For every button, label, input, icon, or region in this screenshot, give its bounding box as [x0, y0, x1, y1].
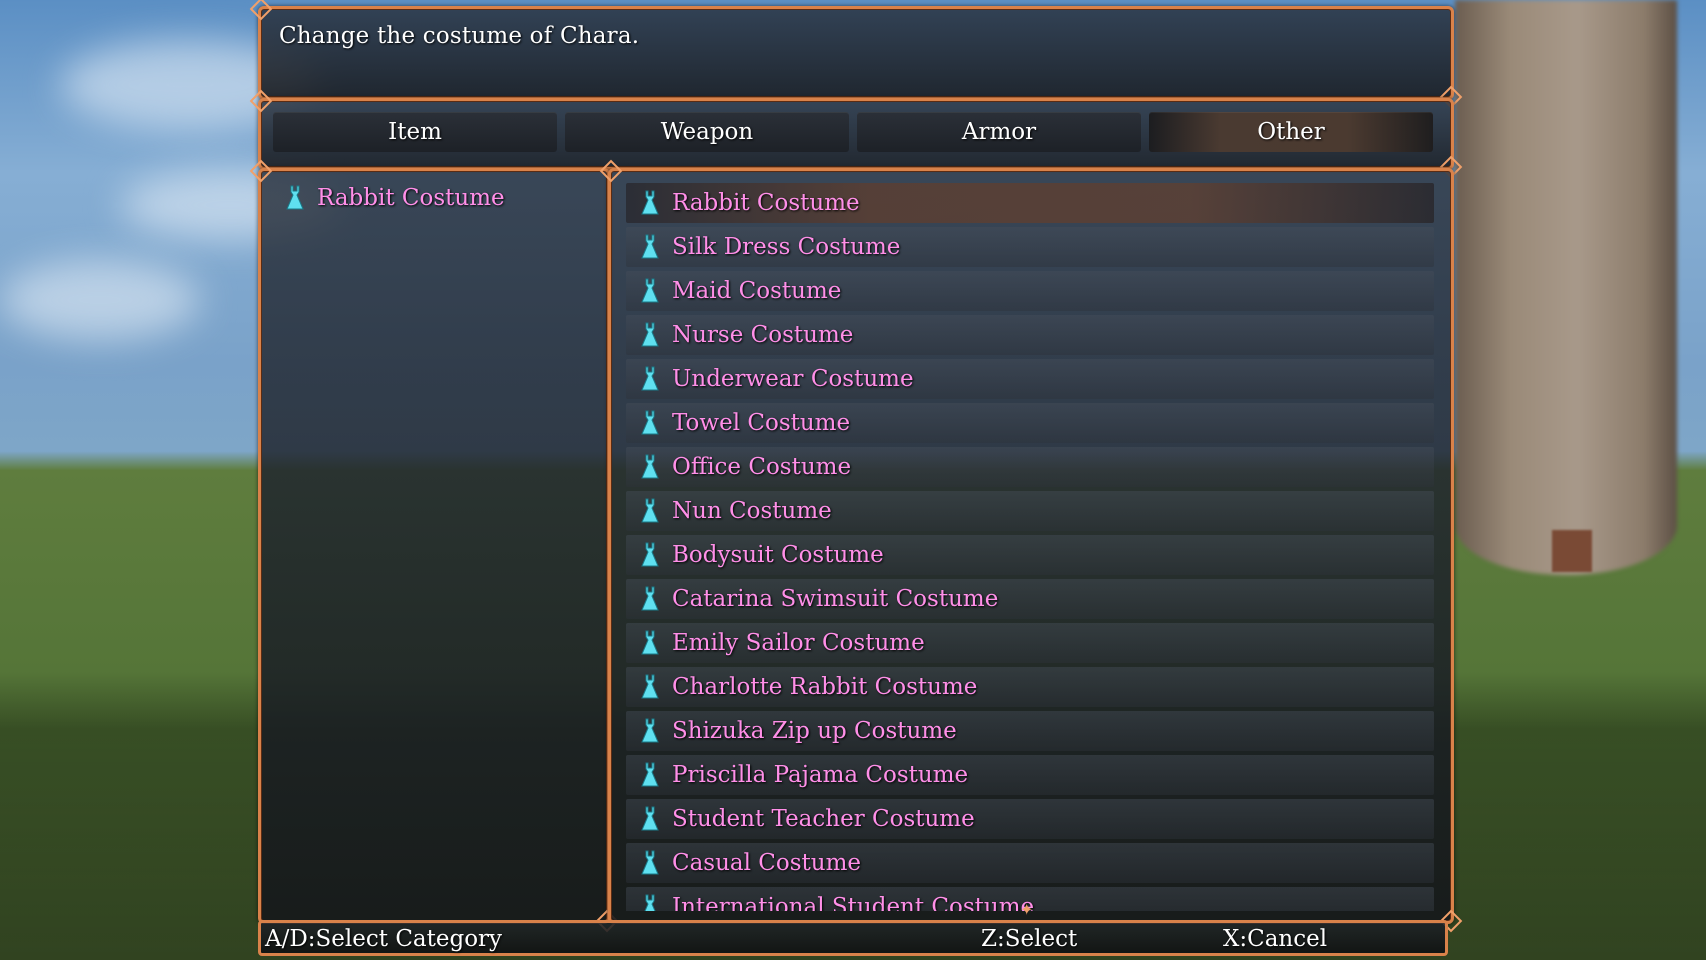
dress-icon: [641, 322, 659, 347]
costume-label: Underwear Costume: [672, 366, 914, 392]
costume-label: Charlotte Rabbit Costume: [672, 674, 978, 700]
costume-list-item[interactable]: Nurse Costume: [626, 315, 1434, 355]
equipped-costume: Rabbit Costume: [283, 185, 505, 211]
costume-label: Shizuka Zip up Costume: [672, 718, 957, 744]
costume-label: Nun Costume: [672, 498, 832, 524]
dress-icon: [641, 586, 659, 611]
costume-label: Office Costume: [672, 454, 852, 480]
costume-list-item[interactable]: Student Teacher Costume: [626, 799, 1434, 839]
dress-icon: [641, 850, 659, 875]
costume-label: Rabbit Costume: [672, 190, 860, 216]
controls-bar: A/D:Select Category Z:Select X:Cancel: [258, 920, 1448, 956]
costume-label: International Student Costume: [672, 894, 1035, 911]
costume-list-item[interactable]: Charlotte Rabbit Costume: [626, 667, 1434, 707]
costume-list-item[interactable]: Towel Costume: [626, 403, 1434, 443]
dress-icon: [641, 762, 659, 787]
costume-label: Silk Dress Costume: [672, 234, 901, 260]
costume-list-item[interactable]: Underwear Costume: [626, 359, 1434, 399]
costume-list-item[interactable]: Maid Costume: [626, 271, 1434, 311]
tab-armor[interactable]: Armor: [857, 112, 1141, 152]
costume-label: Bodysuit Costume: [672, 542, 884, 568]
dress-icon: [641, 806, 659, 831]
dress-icon: [641, 498, 659, 523]
dress-icon: [641, 366, 659, 391]
hint-select-category: A/D:Select Category: [265, 926, 503, 952]
costume-label: Nurse Costume: [672, 322, 854, 348]
dress-icon: [641, 542, 659, 567]
costume-list-item[interactable]: Bodysuit Costume: [626, 535, 1434, 575]
costume-label: Emily Sailor Costume: [672, 630, 925, 656]
equipped-window: Rabbit Costume: [258, 168, 610, 924]
dress-icon: [641, 454, 659, 479]
dress-icon: [641, 674, 659, 699]
dress-icon: [644, 894, 656, 911]
costume-label: Priscilla Pajama Costume: [672, 762, 969, 788]
dress-icon: [641, 234, 659, 259]
costume-label: Towel Costume: [672, 410, 851, 436]
tab-weapon[interactable]: Weapon: [565, 112, 849, 152]
dress-icon: [641, 278, 659, 303]
tab-item[interactable]: Item: [273, 112, 557, 152]
hint-cancel: X:Cancel: [1223, 926, 1328, 952]
costume-label: Student Teacher Costume: [672, 806, 975, 832]
costume-list-window: Rabbit Costume Silk Dress Costume Maid Cos…: [608, 168, 1454, 924]
costume-label: Catarina Swimsuit Costume: [672, 586, 999, 612]
hint-select: Z:Select: [981, 926, 1078, 952]
scroll-down-arrow-icon[interactable]: ✦: [1020, 900, 1033, 919]
help-text: Change the costume of Chara.: [279, 23, 640, 49]
equipped-costume-label: Rabbit Costume: [317, 185, 505, 211]
costume-list-item[interactable]: Rabbit Costume: [626, 183, 1434, 223]
dress-icon: [286, 185, 304, 210]
category-tabs: Item Weapon Armor Other: [258, 98, 1454, 170]
costume-list-item[interactable]: Office Costume: [626, 447, 1434, 487]
costume-list-item[interactable]: Shizuka Zip up Costume: [626, 711, 1434, 751]
dress-icon: [641, 630, 659, 655]
costume-list-item[interactable]: Catarina Swimsuit Costume: [626, 579, 1434, 619]
costume-list-item[interactable]: Priscilla Pajama Costume: [626, 755, 1434, 795]
dress-icon: [641, 718, 659, 743]
costume-list-item[interactable]: Nun Costume: [626, 491, 1434, 531]
dress-icon: [641, 190, 659, 215]
costume-list-item[interactable]: Emily Sailor Costume: [626, 623, 1434, 663]
costume-list-item[interactable]: Silk Dress Costume: [626, 227, 1434, 267]
costume-label: Casual Costume: [672, 850, 862, 876]
costume-list[interactable]: Rabbit Costume Silk Dress Costume Maid Cos…: [626, 183, 1434, 911]
tab-other[interactable]: Other: [1149, 112, 1433, 152]
costume-list-item[interactable]: Casual Costume: [626, 843, 1434, 883]
dress-icon: [641, 410, 659, 435]
help-window: Change the costume of Chara.: [258, 6, 1454, 100]
costume-label: Maid Costume: [672, 278, 842, 304]
